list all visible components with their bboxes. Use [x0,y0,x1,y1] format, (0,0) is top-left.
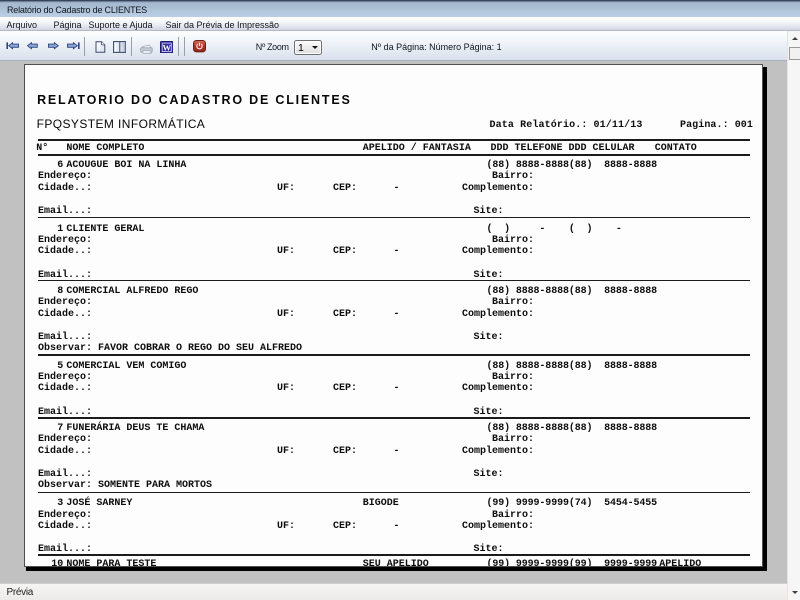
svg-text:W: W [162,42,171,52]
